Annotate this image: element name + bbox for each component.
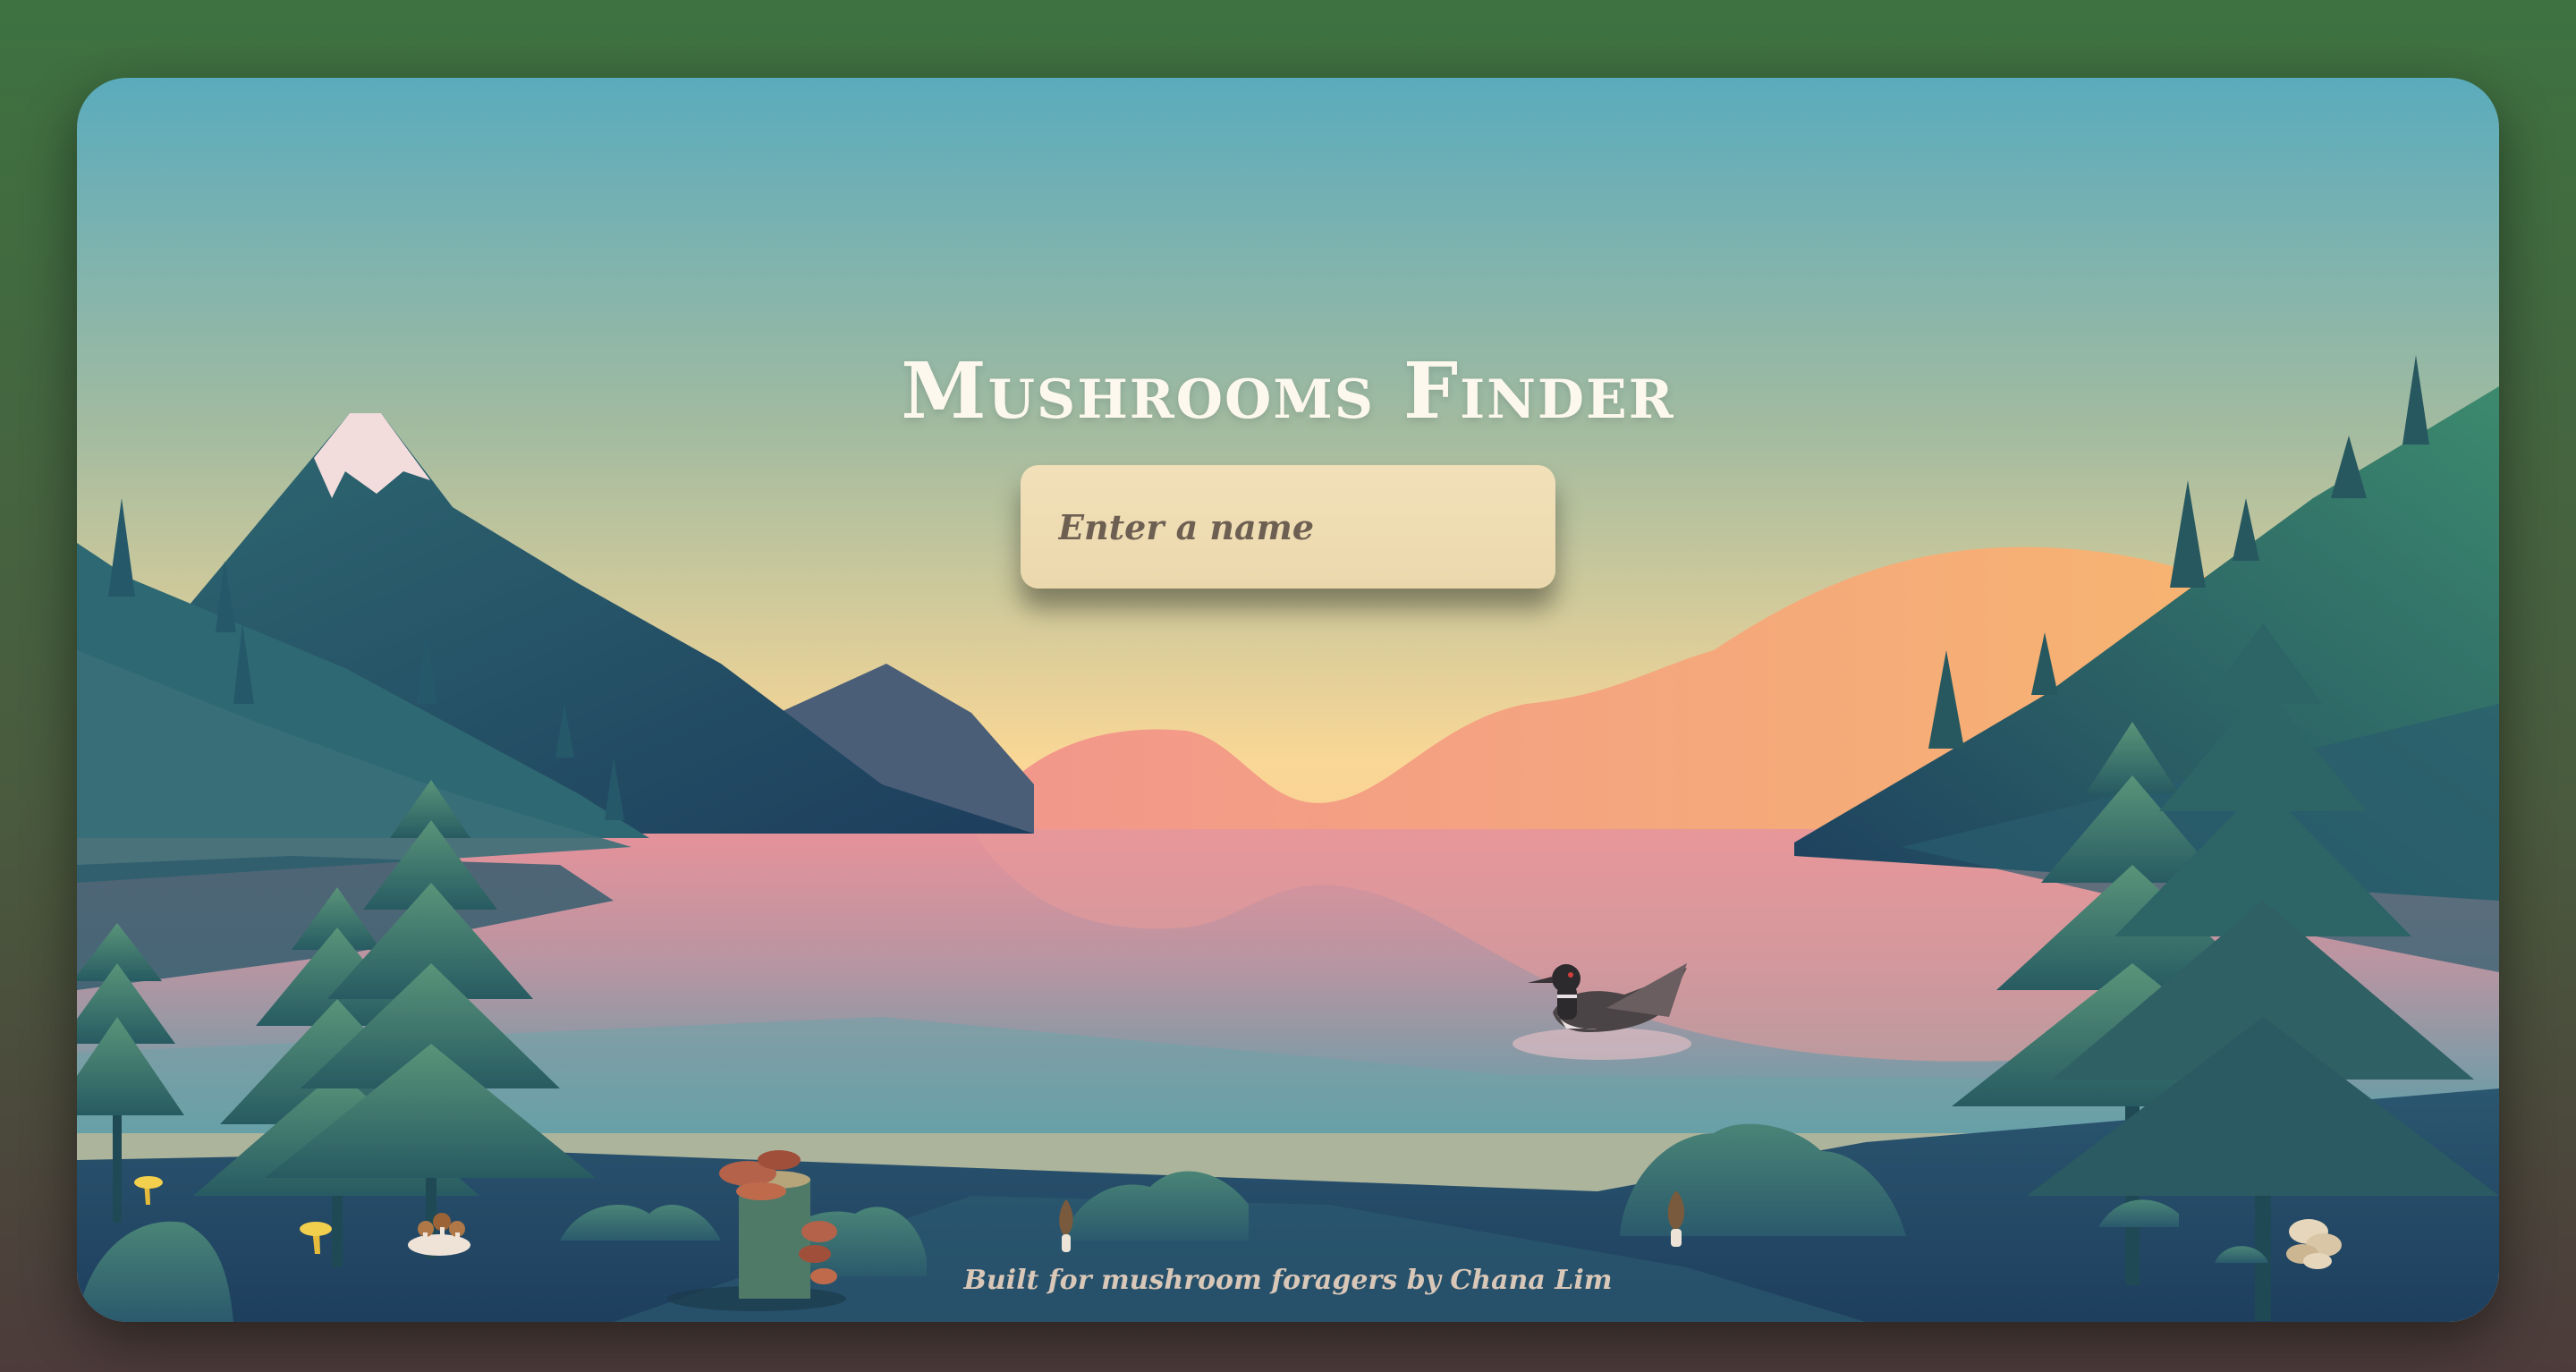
landing-card: Mushrooms Finder Built for mushroom fora… bbox=[77, 78, 2499, 1322]
landscape-illustration bbox=[77, 78, 2499, 1322]
search-box[interactable] bbox=[1021, 465, 1555, 589]
app-title: Mushrooms Finder bbox=[901, 346, 1675, 436]
footer-credit: Built for mushroom foragers by Chana Lim bbox=[963, 1265, 1613, 1296]
search-input[interactable] bbox=[1021, 465, 1555, 589]
